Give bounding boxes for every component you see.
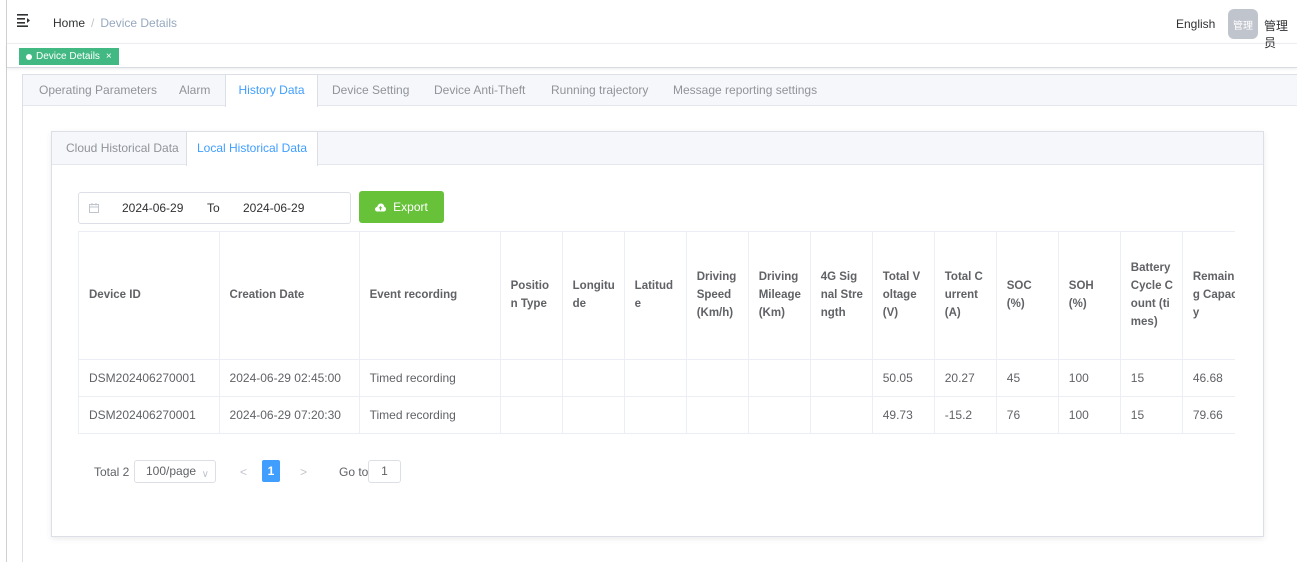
breadcrumb-separator: / xyxy=(91,16,95,30)
table-cell xyxy=(562,359,625,397)
prev-page-button[interactable]: < xyxy=(232,460,255,483)
tab-device-anti-theft[interactable]: Device Anti-Theft xyxy=(434,75,525,106)
tab-message-reporting-settings[interactable]: Message reporting settings xyxy=(673,75,817,106)
table-cell xyxy=(624,359,687,397)
table-cell: 50.05 xyxy=(872,359,935,397)
hamburger-icon[interactable] xyxy=(17,14,31,27)
column-header: SOH (%) xyxy=(1058,232,1121,360)
column-header: Driving Mileage (Km) xyxy=(748,232,811,360)
language-switch[interactable]: English xyxy=(1176,17,1215,31)
table-cell xyxy=(810,396,873,434)
column-header: Device ID xyxy=(79,232,220,360)
table-cell: DSM202406270001 xyxy=(79,359,220,397)
column-header: Total Voltage (V) xyxy=(872,232,935,360)
table-cell: 100 xyxy=(1058,359,1121,397)
export-button[interactable]: Export xyxy=(359,191,444,223)
avatar[interactable]: 管理 xyxy=(1228,9,1258,39)
table-cell xyxy=(562,396,625,434)
cloud-upload-icon xyxy=(375,203,387,211)
table-cell xyxy=(686,359,749,397)
calendar-icon xyxy=(89,203,99,213)
table-cell: 2024-06-29 07:20:30 xyxy=(219,396,360,434)
column-header: Battery Cycle Count (times) xyxy=(1120,232,1183,360)
page-number-active[interactable]: 1 xyxy=(262,460,280,482)
table-cell xyxy=(748,396,811,434)
page-size-value: 100/page xyxy=(146,464,197,478)
active-dot-icon xyxy=(26,53,32,60)
window-edge xyxy=(6,0,7,562)
table-cell: 15 xyxy=(1120,359,1183,397)
tag-device-details[interactable]: Device Details × xyxy=(19,48,119,65)
table-cell: 15 xyxy=(1120,396,1183,434)
tags-view: Device Details × xyxy=(7,44,1297,68)
table-cell xyxy=(500,359,563,397)
column-header: Total Current (A) xyxy=(934,232,997,360)
history-table: Device ID Creation Date Event recording … xyxy=(78,231,1235,434)
table-cell: 79.66 xyxy=(1182,396,1235,434)
table-row[interactable]: DSM202406270001 2024-06-29 07:20:30 Time… xyxy=(79,396,1235,434)
tab-operating-parameters[interactable]: Operating Parameters xyxy=(39,75,157,106)
table-cell: Timed recording xyxy=(359,396,501,434)
chevron-down-icon: ∨ xyxy=(201,469,209,480)
table-cell xyxy=(748,359,811,397)
pagination-total: Total 2 xyxy=(94,465,130,479)
table-header-row: Device ID Creation Date Event recording … xyxy=(79,232,1235,360)
tab-device-setting[interactable]: Device Setting xyxy=(332,75,409,106)
page-size-select[interactable]: 100/page ∨ xyxy=(134,460,216,483)
start-date-input[interactable]: 2024-06-29 xyxy=(122,201,183,215)
tab-cloud-historical-data[interactable]: Cloud Historical Data xyxy=(66,132,179,165)
end-date-input[interactable]: 2024-06-29 xyxy=(243,201,304,215)
table-cell: 49.73 xyxy=(872,396,935,434)
tab-alarm[interactable]: Alarm xyxy=(179,75,210,106)
table-cell xyxy=(686,396,749,434)
tab-history-data[interactable]: History Data xyxy=(225,75,318,107)
goto-label: Go to xyxy=(339,465,369,479)
table-cell: 2024-06-29 02:45:00 xyxy=(219,359,360,397)
breadcrumb-current: Device Details xyxy=(100,16,178,30)
column-header: Creation Date xyxy=(219,232,360,360)
column-header: SOC (%) xyxy=(996,232,1059,360)
tab-running-trajectory[interactable]: Running trajectory xyxy=(551,75,648,106)
table-cell xyxy=(624,396,687,434)
table-cell: Timed recording xyxy=(359,359,501,397)
table-cell: 76 xyxy=(996,396,1059,434)
breadcrumb-home[interactable]: Home xyxy=(53,16,85,30)
tab-local-historical-data[interactable]: Local Historical Data xyxy=(186,132,318,166)
table-cell: 20.27 xyxy=(934,359,997,397)
export-label: Export xyxy=(393,200,428,214)
table-cell: -15.2 xyxy=(934,396,997,434)
goto-page-input[interactable]: 1 xyxy=(368,460,401,483)
top-navbar: Home / Device Details English 管理 管理员 xyxy=(7,0,1297,50)
breadcrumb: Home / Device Details xyxy=(53,16,177,30)
close-icon[interactable]: × xyxy=(106,51,112,62)
column-header: 4G Signal Strength xyxy=(810,232,873,360)
column-header: Event recording xyxy=(359,232,501,360)
next-page-button[interactable]: > xyxy=(292,460,315,483)
column-header: Remaining Capacity xyxy=(1182,232,1235,360)
column-header: Longitude xyxy=(562,232,625,360)
table-cell xyxy=(500,396,563,434)
date-range-picker[interactable]: 2024-06-29 To 2024-06-29 xyxy=(78,192,351,224)
table-row[interactable]: DSM202406270001 2024-06-29 02:45:00 Time… xyxy=(79,359,1235,397)
table-cell: 46.68 xyxy=(1182,359,1235,397)
column-header: Position Type xyxy=(500,232,563,360)
tag-label: Device Details xyxy=(36,51,100,62)
date-range-separator: To xyxy=(207,201,220,215)
table-cell xyxy=(810,359,873,397)
table-cell: 45 xyxy=(996,359,1059,397)
outer-tab-bar: Operating Parameters Alarm History Data … xyxy=(23,75,1297,107)
column-header: Driving Speed (Km/h) xyxy=(686,232,749,360)
table-cell: DSM202406270001 xyxy=(79,396,220,434)
inner-tab-bar: Cloud Historical Data Local Historical D… xyxy=(52,132,1263,166)
table-cell: 100 xyxy=(1058,396,1121,434)
column-header: Latitude xyxy=(624,232,687,360)
